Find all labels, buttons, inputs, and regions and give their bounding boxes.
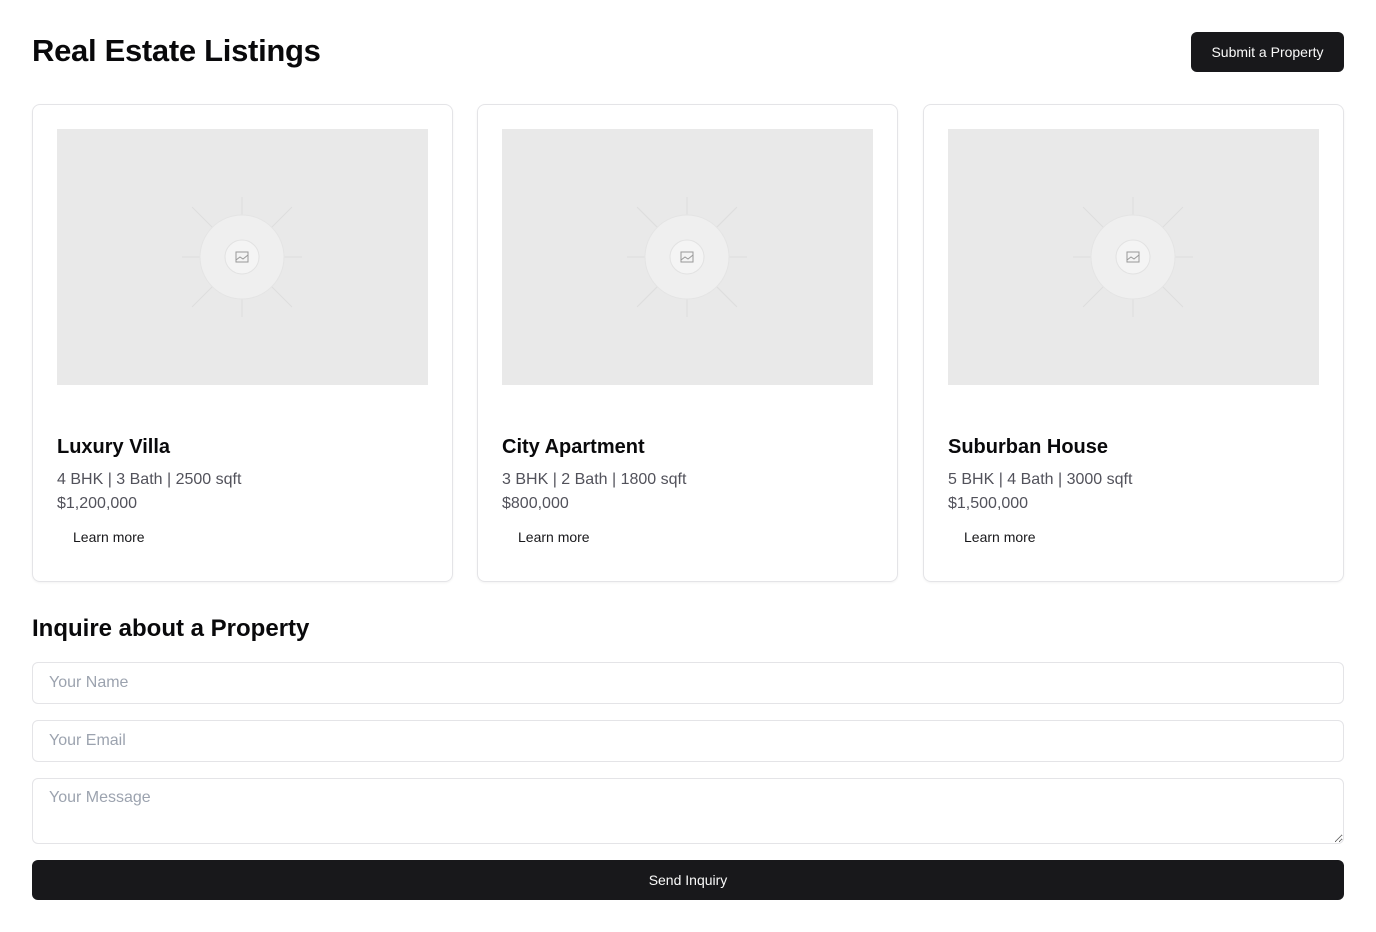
listing-card: Luxury Villa 4 BHK | 3 Bath | 2500 sqft … xyxy=(32,104,453,582)
listing-card: City Apartment 3 BHK | 2 Bath | 1800 sqf… xyxy=(477,104,898,582)
listing-price: $800,000 xyxy=(502,495,569,512)
image-placeholder-icon xyxy=(57,129,428,385)
listing-price: $1,500,000 xyxy=(948,495,1029,512)
learn-more-link[interactable]: Learn more xyxy=(948,525,1052,549)
image-placeholder-icon xyxy=(502,129,873,385)
listing-title: Luxury Villa xyxy=(57,436,171,458)
page-title: Real Estate Listings xyxy=(32,33,321,68)
listing-specs: 4 BHK | 3 Bath | 2500 sqft xyxy=(57,471,242,488)
listing-specs: 3 BHK | 2 Bath | 1800 sqft xyxy=(502,471,687,488)
submit-property-button[interactable]: Submit a Property xyxy=(1191,32,1344,72)
inquiry-title: Inquire about a Property xyxy=(32,615,310,642)
email-input[interactable] xyxy=(32,720,1344,762)
name-input[interactable] xyxy=(32,662,1344,704)
learn-more-link[interactable]: Learn more xyxy=(502,525,606,549)
send-inquiry-button[interactable]: Send Inquiry xyxy=(32,860,1344,900)
learn-more-link[interactable]: Learn more xyxy=(57,525,161,549)
listing-title: City Apartment xyxy=(502,436,645,458)
listing-card: Suburban House 5 BHK | 4 Bath | 3000 sqf… xyxy=(923,104,1344,582)
listing-title: Suburban House xyxy=(948,436,1109,458)
listing-specs: 5 BHK | 4 Bath | 3000 sqft xyxy=(948,471,1133,488)
image-placeholder-icon xyxy=(948,129,1319,385)
listing-price: $1,200,000 xyxy=(57,495,138,512)
message-textarea[interactable] xyxy=(32,778,1344,844)
